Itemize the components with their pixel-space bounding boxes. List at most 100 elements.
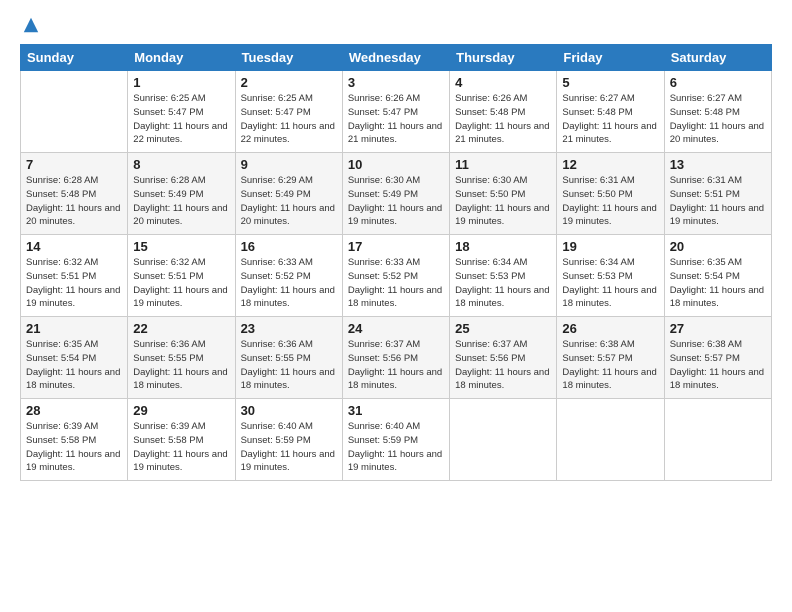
calendar-cell: 10Sunrise: 6:30 AMSunset: 5:49 PMDayligh… [342,153,449,235]
day-info: Sunrise: 6:34 AMSunset: 5:53 PMDaylight:… [455,256,551,311]
day-number: 10 [348,157,444,172]
col-thursday: Thursday [450,45,557,71]
day-info: Sunrise: 6:30 AMSunset: 5:50 PMDaylight:… [455,174,551,229]
day-info: Sunrise: 6:32 AMSunset: 5:51 PMDaylight:… [133,256,229,311]
calendar-cell: 18 Sunrise: 6:34 AMSunset: 5:53 PMDayligh… [450,235,557,317]
day-info: Sunrise: 6:25 AMSunset: 5:47 PMDaylight:… [241,92,337,147]
day-number: 2 [241,75,337,90]
day-number: 13 [670,157,766,172]
day-number: 9 [241,157,337,172]
header [20,16,772,34]
calendar-cell: 11 Sunrise: 6:30 AMSunset: 5:50 PMDayligh… [450,153,557,235]
day-info: Sunrise: 6:29 AMSunset: 5:49 PMDaylight:… [241,174,337,229]
calendar-cell: 4 Sunrise: 6:26 AMSunset: 5:48 PMDaylight… [450,71,557,153]
calendar-cell: 19 Sunrise: 6:34 AMSunset: 5:53 PMDayligh… [557,235,664,317]
day-number: 11 [455,157,551,172]
day-number: 18 [455,239,551,254]
day-info: Sunrise: 6:31 AMSunset: 5:51 PMDaylight:… [670,174,766,229]
day-info: Sunrise: 6:39 AMSunset: 5:58 PMDaylight:… [26,420,122,475]
calendar-cell: 25Sunrise: 6:37 AMSunset: 5:56 PMDayligh… [450,317,557,399]
day-info: Sunrise: 6:28 AMSunset: 5:48 PMDaylight:… [26,174,122,229]
day-info: Sunrise: 6:40 AMSunset: 5:59 PMDaylight:… [241,420,337,475]
calendar-cell: 1Sunrise: 6:25 AMSunset: 5:47 PMDaylight… [128,71,235,153]
calendar-cell: 2 Sunrise: 6:25 AMSunset: 5:47 PMDaylight… [235,71,342,153]
calendar-cell: 20 Sunrise: 6:35 AMSunset: 5:54 PMDayligh… [664,235,771,317]
day-number: 28 [26,403,122,418]
day-number: 15 [133,239,229,254]
day-info: Sunrise: 6:36 AMSunset: 5:55 PMDaylight:… [241,338,337,393]
week-row-1: 1Sunrise: 6:25 AMSunset: 5:47 PMDaylight… [21,71,772,153]
day-number: 30 [241,403,337,418]
calendar-cell: 23 Sunrise: 6:36 AMSunset: 5:55 PMDayligh… [235,317,342,399]
calendar-cell: 13 Sunrise: 6:31 AMSunset: 5:51 PMDayligh… [664,153,771,235]
day-number: 12 [562,157,658,172]
day-number: 19 [562,239,658,254]
day-number: 20 [670,239,766,254]
calendar-cell [21,71,128,153]
day-info: Sunrise: 6:31 AMSunset: 5:50 PMDaylight:… [562,174,658,229]
col-saturday: Saturday [664,45,771,71]
day-info: Sunrise: 6:35 AMSunset: 5:54 PMDaylight:… [670,256,766,311]
day-info: Sunrise: 6:26 AMSunset: 5:48 PMDaylight:… [455,92,551,147]
day-info: Sunrise: 6:25 AMSunset: 5:47 PMDaylight:… [133,92,229,147]
day-info: Sunrise: 6:33 AMSunset: 5:52 PMDaylight:… [241,256,337,311]
day-number: 6 [670,75,766,90]
logo [20,16,40,34]
col-tuesday: Tuesday [235,45,342,71]
day-info: Sunrise: 6:37 AMSunset: 5:56 PMDaylight:… [455,338,551,393]
calendar-cell: 5 Sunrise: 6:27 AMSunset: 5:48 PMDaylight… [557,71,664,153]
calendar-cell: 26Sunrise: 6:38 AMSunset: 5:57 PMDayligh… [557,317,664,399]
day-number: 4 [455,75,551,90]
day-info: Sunrise: 6:33 AMSunset: 5:52 PMDaylight:… [348,256,444,311]
calendar-cell: 21 Sunrise: 6:35 AMSunset: 5:54 PMDayligh… [21,317,128,399]
day-number: 21 [26,321,122,336]
calendar-cell: 24 Sunrise: 6:37 AMSunset: 5:56 PMDayligh… [342,317,449,399]
calendar-cell [664,399,771,481]
day-number: 31 [348,403,444,418]
day-info: Sunrise: 6:37 AMSunset: 5:56 PMDaylight:… [348,338,444,393]
day-number: 14 [26,239,122,254]
day-info: Sunrise: 6:38 AMSunset: 5:57 PMDaylight:… [670,338,766,393]
calendar-cell: 27 Sunrise: 6:38 AMSunset: 5:57 PMDayligh… [664,317,771,399]
day-number: 22 [133,321,229,336]
col-friday: Friday [557,45,664,71]
col-wednesday: Wednesday [342,45,449,71]
day-info: Sunrise: 6:39 AMSunset: 5:58 PMDaylight:… [133,420,229,475]
day-number: 24 [348,321,444,336]
day-number: 17 [348,239,444,254]
calendar-cell: 22 Sunrise: 6:36 AMSunset: 5:55 PMDayligh… [128,317,235,399]
calendar-table: Sunday Monday Tuesday Wednesday Thursday… [20,44,772,481]
day-info: Sunrise: 6:36 AMSunset: 5:55 PMDaylight:… [133,338,229,393]
day-info: Sunrise: 6:26 AMSunset: 5:47 PMDaylight:… [348,92,444,147]
day-number: 23 [241,321,337,336]
calendar-cell: 9 Sunrise: 6:29 AMSunset: 5:49 PMDaylight… [235,153,342,235]
day-info: Sunrise: 6:34 AMSunset: 5:53 PMDaylight:… [562,256,658,311]
day-number: 27 [670,321,766,336]
day-number: 29 [133,403,229,418]
page: Sunday Monday Tuesday Wednesday Thursday… [0,0,792,612]
day-number: 16 [241,239,337,254]
col-monday: Monday [128,45,235,71]
week-row-3: 14 Sunrise: 6:32 AMSunset: 5:51 PMDayligh… [21,235,772,317]
calendar-cell: 29 Sunrise: 6:39 AMSunset: 5:58 PMDayligh… [128,399,235,481]
day-number: 7 [26,157,122,172]
day-info: Sunrise: 6:35 AMSunset: 5:54 PMDaylight:… [26,338,122,393]
day-info: Sunrise: 6:27 AMSunset: 5:48 PMDaylight:… [562,92,658,147]
calendar-cell: 12 Sunrise: 6:31 AMSunset: 5:50 PMDayligh… [557,153,664,235]
calendar-cell: 28 Sunrise: 6:39 AMSunset: 5:58 PMDayligh… [21,399,128,481]
day-info: Sunrise: 6:32 AMSunset: 5:51 PMDaylight:… [26,256,122,311]
calendar-cell: 14 Sunrise: 6:32 AMSunset: 5:51 PMDayligh… [21,235,128,317]
calendar-cell [557,399,664,481]
col-sunday: Sunday [21,45,128,71]
day-info: Sunrise: 6:38 AMSunset: 5:57 PMDaylight:… [562,338,658,393]
week-row-4: 21 Sunrise: 6:35 AMSunset: 5:54 PMDayligh… [21,317,772,399]
day-number: 3 [348,75,444,90]
day-number: 5 [562,75,658,90]
day-info: Sunrise: 6:40 AMSunset: 5:59 PMDaylight:… [348,420,444,475]
calendar-cell: 6 Sunrise: 6:27 AMSunset: 5:48 PMDaylight… [664,71,771,153]
calendar-cell: 15 Sunrise: 6:32 AMSunset: 5:51 PMDayligh… [128,235,235,317]
day-info: Sunrise: 6:28 AMSunset: 5:49 PMDaylight:… [133,174,229,229]
week-row-2: 7 Sunrise: 6:28 AMSunset: 5:48 PMDaylight… [21,153,772,235]
day-info: Sunrise: 6:27 AMSunset: 5:48 PMDaylight:… [670,92,766,147]
calendar-cell: 17 Sunrise: 6:33 AMSunset: 5:52 PMDayligh… [342,235,449,317]
